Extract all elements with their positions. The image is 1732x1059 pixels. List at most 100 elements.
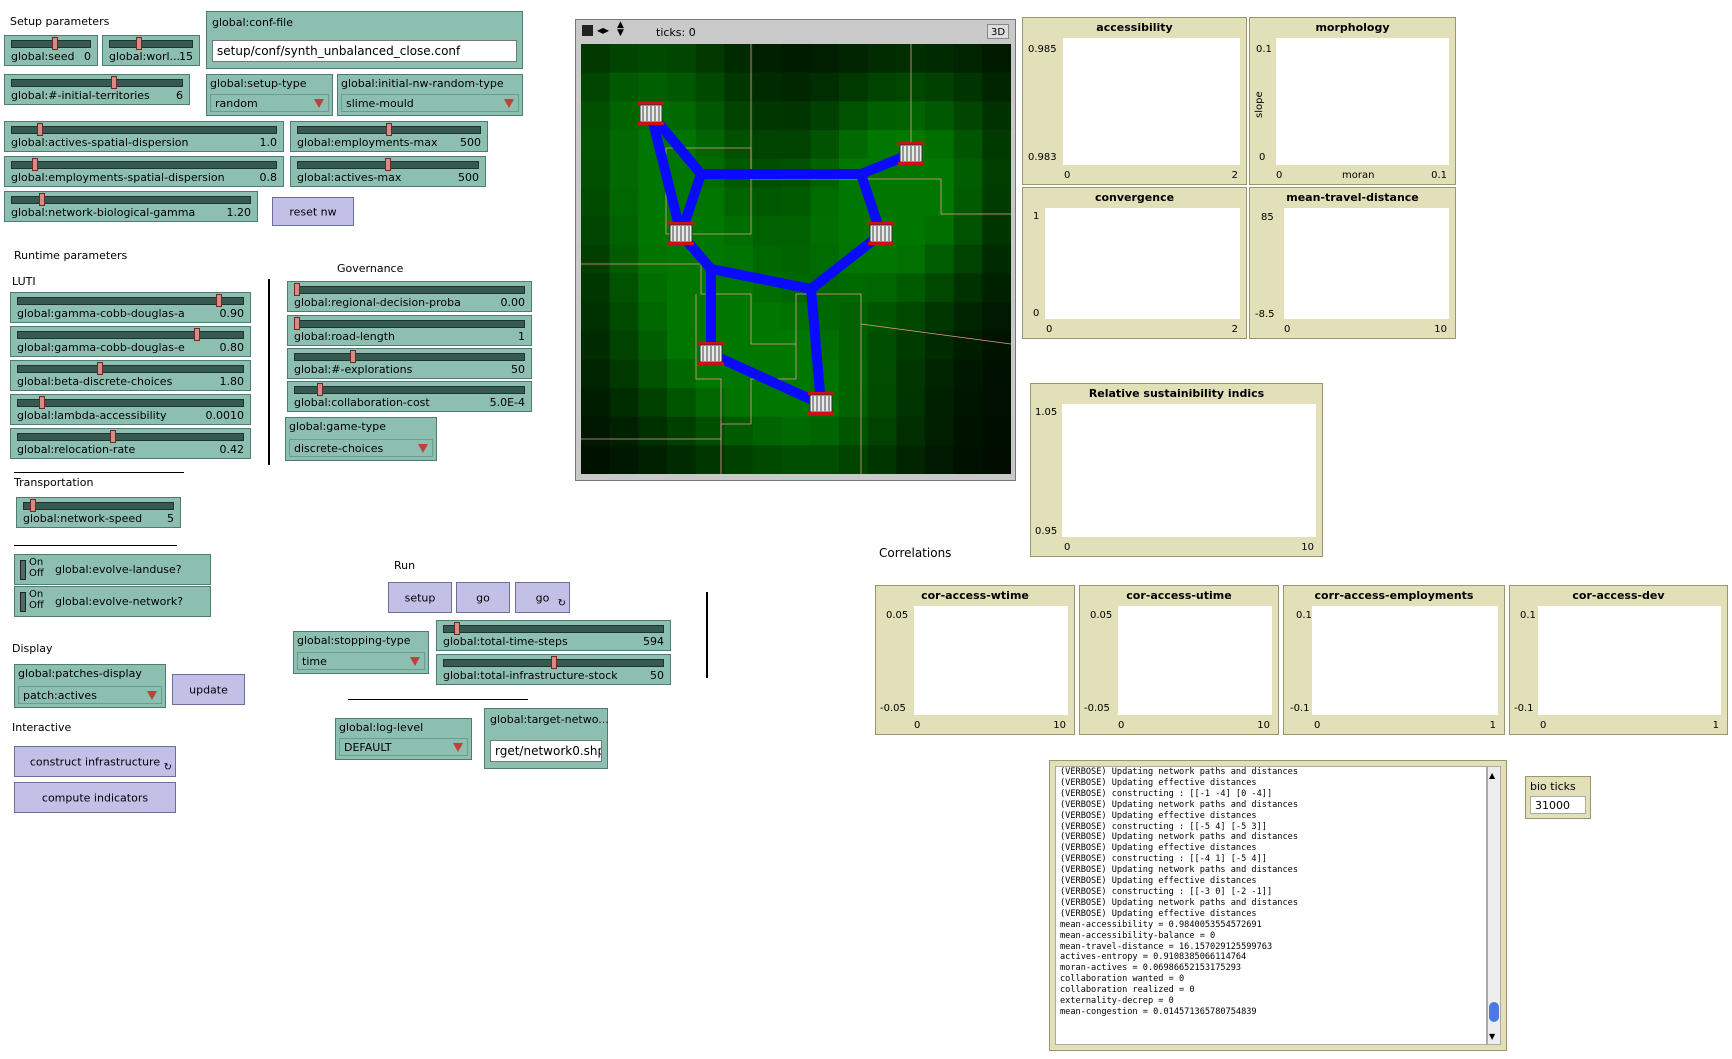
chooser-selection[interactable]: patch:actives — [18, 686, 162, 704]
slider-handle[interactable] — [136, 37, 143, 50]
chooser-selection[interactable]: discrete-choices — [289, 439, 433, 457]
network-biological-gamma-slider[interactable]: global:network-biological-gamma 1.20 — [4, 191, 258, 222]
update-button[interactable]: update — [172, 674, 245, 705]
beta-discrete-choices-slider[interactable]: global:beta-discrete-choices 1.80 — [10, 360, 251, 391]
slider-track[interactable] — [17, 399, 244, 407]
patch-cell — [839, 72, 869, 102]
slider-track[interactable] — [11, 196, 251, 204]
total-infrastructure-stock-slider[interactable]: global:total-infrastructure-stock 50 — [436, 654, 671, 685]
target-network-field[interactable]: rget/network0.shp — [490, 740, 602, 762]
slider-handle[interactable] — [31, 158, 38, 171]
slider-track[interactable] — [443, 625, 664, 633]
slider-track[interactable] — [17, 331, 244, 339]
explorations-slider[interactable]: global:#-explorations 50 — [287, 348, 532, 379]
road-length-slider[interactable]: global:road-length 1 — [287, 315, 532, 346]
resize-icon[interactable] — [582, 25, 593, 36]
slider-label: global:employments-max — [297, 136, 438, 149]
slider-track[interactable] — [17, 297, 244, 305]
slider-handle[interactable] — [316, 383, 323, 396]
chooser-selection[interactable]: slime-mould — [341, 94, 519, 112]
evolve-network-switch[interactable]: On Off global:evolve-network? — [14, 586, 211, 617]
slider-handle[interactable] — [37, 123, 43, 136]
relocation-rate-slider[interactable]: global:relocation-rate 0.42 — [10, 428, 251, 459]
patch-cell — [953, 158, 983, 188]
gamma-cobb-douglas-a-slider[interactable]: global:gamma-cobb-douglas-a 0.90 — [10, 292, 251, 323]
zoom-icon[interactable]: ▲ ▼ — [617, 21, 624, 38]
switch-knob[interactable] — [20, 592, 26, 612]
scroll-thumb[interactable] — [1489, 1002, 1499, 1022]
actives-max-slider[interactable]: global:actives-max 500 — [290, 156, 486, 187]
patches-display-chooser[interactable]: global:patches-display patch:actives — [14, 664, 166, 708]
slider-handle[interactable] — [30, 499, 37, 512]
slider-handle[interactable] — [294, 317, 300, 330]
slider-track[interactable] — [294, 386, 525, 394]
chooser-selection[interactable]: random — [210, 94, 329, 112]
patch-cell — [982, 388, 1011, 418]
slider-handle[interactable] — [294, 283, 300, 296]
switch-knob[interactable] — [20, 560, 26, 580]
seed-slider[interactable]: global:seed 0 — [4, 35, 98, 66]
command-output[interactable]: (VERBOSE) Updating network paths and dis… — [1049, 760, 1507, 1051]
scroll-down-icon[interactable]: ▼ — [1489, 1032, 1495, 1041]
reset-nw-button[interactable]: reset nw — [272, 197, 354, 226]
slider-handle[interactable] — [453, 622, 460, 635]
game-type-chooser[interactable]: global:game-type discrete-choices — [285, 417, 437, 461]
total-time-steps-slider[interactable]: global:total-time-steps 594 — [436, 620, 671, 651]
conf-file-input-widget[interactable]: global:conf-file setup/conf/synth_unbala… — [206, 11, 523, 69]
initial-territories-slider[interactable]: global:#-initial-territories 6 — [4, 74, 190, 105]
evolve-landuse-switch[interactable]: On Off global:evolve-landuse? — [14, 554, 211, 585]
regional-decision-proba-slider[interactable]: global:regional-decision-proba 0.00 — [287, 281, 532, 312]
slider-handle[interactable] — [215, 294, 222, 307]
slider-handle[interactable] — [39, 396, 46, 409]
chooser-selection[interactable]: DEFAULT — [339, 738, 468, 756]
go-forever-button[interactable]: go ↻ — [515, 582, 570, 613]
actives-spatial-dispersion-slider[interactable]: global:actives-spatial-dispersion 1.0 — [4, 121, 284, 152]
world-slider[interactable]: global:worl... 15 — [102, 35, 200, 66]
initial-nw-random-type-chooser[interactable]: global:initial-nw-random-type slime-moul… — [337, 74, 523, 116]
employments-spatial-dispersion-slider[interactable]: global:employments-spatial-dispersion 0.8 — [4, 156, 284, 187]
lambda-accessibility-slider[interactable]: global:lambda-accessibility 0.0010 — [10, 394, 251, 425]
collaboration-cost-slider[interactable]: global:collaboration-cost 5.0E-4 — [287, 381, 532, 412]
slider-track[interactable] — [17, 365, 244, 373]
world-canvas[interactable] — [581, 44, 1011, 474]
conf-file-field[interactable]: setup/conf/synth_unbalanced_close.conf — [212, 40, 517, 62]
move-icon[interactable]: ◂▸ — [597, 23, 609, 37]
target-network-input-widget[interactable]: global:target-netwo... rget/network0.shp — [484, 708, 609, 769]
employments-max-slider[interactable]: global:employments-max 500 — [290, 121, 488, 152]
slider-track[interactable] — [11, 79, 183, 87]
slider-handle[interactable] — [96, 362, 103, 375]
slider-track[interactable] — [294, 353, 525, 361]
slider-track[interactable] — [17, 433, 244, 441]
output-scrollbar[interactable]: ▲ ▼ — [1487, 766, 1501, 1045]
network-speed-slider[interactable]: global:network-speed 5 — [16, 497, 181, 528]
stopping-type-chooser[interactable]: global:stopping-type time — [293, 631, 429, 674]
slider-handle[interactable] — [110, 76, 117, 89]
patch-cell — [896, 388, 926, 418]
slider-track[interactable] — [23, 502, 174, 510]
slider-track[interactable] — [294, 286, 525, 294]
compute-indicators-button[interactable]: compute indicators — [14, 782, 176, 813]
scroll-up-icon[interactable]: ▲ — [1489, 771, 1495, 780]
slider-handle[interactable] — [550, 656, 557, 669]
gamma-cobb-douglas-e-slider[interactable]: global:gamma-cobb-douglas-e 0.80 — [10, 326, 251, 357]
slider-handle[interactable] — [109, 430, 116, 443]
slider-track[interactable] — [11, 126, 277, 134]
slider-handle[interactable] — [39, 193, 46, 206]
slider-handle[interactable] — [350, 350, 357, 363]
chooser-selection[interactable]: time — [297, 652, 425, 670]
slider-track[interactable] — [294, 320, 525, 328]
patch-cell — [753, 244, 783, 274]
log-level-chooser[interactable]: global:log-level DEFAULT — [335, 718, 472, 760]
setup-type-chooser[interactable]: global:setup-type random — [206, 74, 333, 116]
setup-button[interactable]: setup — [388, 582, 452, 613]
slider-handle[interactable] — [51, 37, 58, 50]
3d-view-button[interactable]: 3D — [987, 24, 1009, 39]
construct-infrastructure-button[interactable]: construct infrastructure ↻ — [14, 746, 176, 777]
slider-handle[interactable] — [193, 328, 200, 341]
slider-handle[interactable] — [386, 123, 392, 136]
slider-track[interactable] — [11, 161, 277, 169]
patch-cell — [581, 416, 611, 446]
slider-track[interactable] — [109, 40, 193, 48]
go-once-button[interactable]: go — [456, 582, 510, 613]
slider-handle[interactable] — [385, 158, 391, 171]
